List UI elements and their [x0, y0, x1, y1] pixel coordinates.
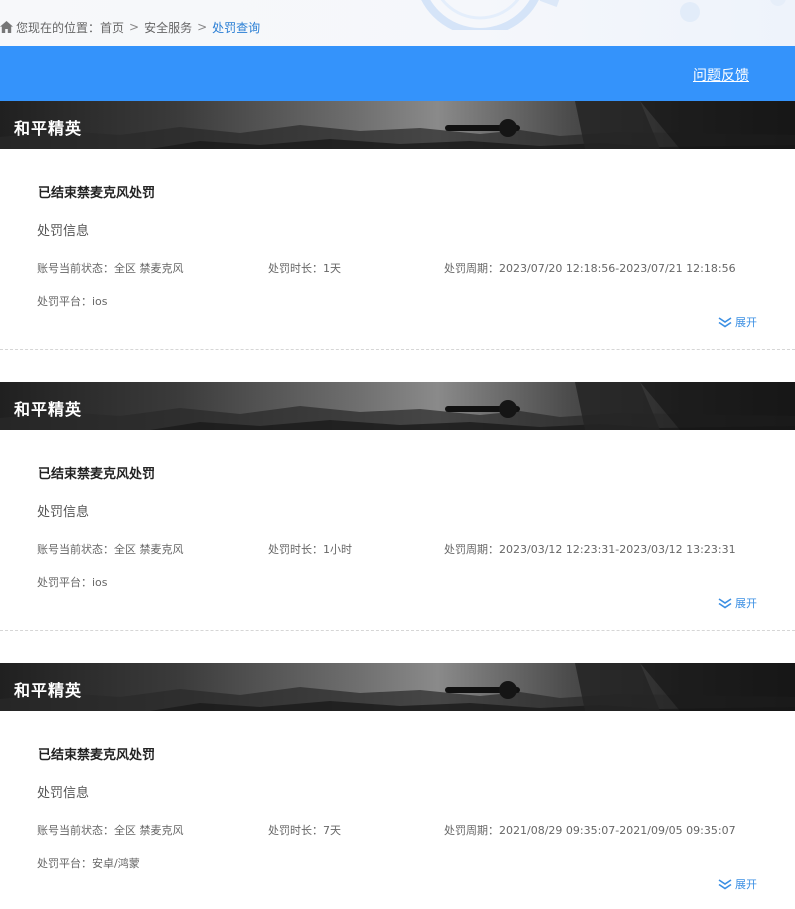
penalty-duration: 处罚时长：1天 — [268, 262, 341, 275]
breadcrumb-home[interactable]: 首页 — [100, 19, 124, 36]
account-status: 账号当前状态：全区 禁麦克风 — [37, 543, 184, 556]
penalty-period: 处罚周期：2021/08/29 09:35:07-2021/09/05 09:3… — [444, 824, 736, 837]
record-content: 已结束禁麦克风处罚 处罚信息 账号当前状态：全区 禁麦克风 处罚时长：7天 处罚… — [0, 711, 795, 909]
banner-scenery — [0, 382, 795, 430]
expand-label: 展开 — [735, 878, 757, 891]
record-title: 已结束禁麦克风处罚 — [38, 748, 156, 763]
game-banner: 和平精英 — [0, 663, 795, 711]
page: 您现在的位置： 首页 > 安全服务 > 处罚查询 问题反馈 和平精英 已结束禁麦… — [0, 0, 795, 909]
penalty-platform: 处罚平台：ios — [37, 576, 108, 589]
penalty-record: 和平精英 已结束禁麦克风处罚 处罚信息 账号当前状态：全区 禁麦克风 处罚时长：… — [0, 101, 795, 382]
penalty-period: 处罚周期：2023/07/20 12:18:56-2023/07/21 12:1… — [444, 262, 736, 275]
expand-label: 展开 — [735, 316, 757, 329]
breadcrumb-separator: > — [129, 20, 140, 34]
game-banner: 和平精英 — [0, 382, 795, 430]
expand-button[interactable]: 展开 — [718, 314, 757, 330]
record-list: 和平精英 已结束禁麦克风处罚 处罚信息 账号当前状态：全区 禁麦克风 处罚时长：… — [0, 101, 795, 909]
breadcrumb-bar: 您现在的位置： 首页 > 安全服务 > 处罚查询 — [0, 0, 795, 46]
penalty-duration: 处罚时长：7天 — [268, 824, 341, 837]
header-bar: 问题反馈 — [0, 46, 795, 101]
breadcrumb-prefix: 您现在的位置： — [16, 20, 101, 35]
expand-button[interactable]: 展开 — [718, 876, 757, 892]
game-name: 和平精英 — [14, 400, 83, 419]
record-divider — [0, 349, 795, 350]
record-subtitle: 处罚信息 — [37, 505, 90, 520]
record-title: 已结束禁麦克风处罚 — [38, 186, 156, 201]
account-status: 账号当前状态：全区 禁麦克风 — [37, 262, 184, 275]
banner-scenery — [0, 663, 795, 711]
penalty-record: 和平精英 已结束禁麦克风处罚 处罚信息 账号当前状态：全区 禁麦克风 处罚时长：… — [0, 663, 795, 909]
double-chevron-down-icon — [718, 878, 732, 889]
record-divider — [0, 630, 795, 631]
banner-scenery — [0, 101, 795, 149]
penalty-platform: 处罚平台：ios — [37, 295, 108, 308]
expand-label: 展开 — [735, 597, 757, 610]
double-chevron-down-icon — [718, 597, 732, 608]
penalty-platform: 处罚平台：安卓/鸿蒙 — [37, 857, 140, 870]
record-content: 已结束禁麦克风处罚 处罚信息 账号当前状态：全区 禁麦克风 处罚时长：1小时 处… — [0, 430, 795, 631]
feedback-link[interactable]: 问题反馈 — [693, 65, 749, 85]
penalty-period: 处罚周期：2023/03/12 12:23:31-2023/03/12 13:2… — [444, 543, 736, 556]
record-subtitle: 处罚信息 — [37, 786, 90, 801]
game-name: 和平精英 — [14, 119, 83, 138]
game-banner: 和平精英 — [0, 101, 795, 149]
game-name: 和平精英 — [14, 681, 83, 700]
header-decoration — [421, 0, 560, 30]
record-content: 已结束禁麦克风处罚 处罚信息 账号当前状态：全区 禁麦克风 处罚时长：1天 处罚… — [0, 149, 795, 350]
header-decoration-dot — [770, 0, 786, 6]
breadcrumb-separator: > — [197, 20, 208, 34]
home-icon — [0, 21, 13, 33]
breadcrumb: 您现在的位置： 首页 > 安全服务 > 处罚查询 — [0, 18, 260, 36]
record-subtitle: 处罚信息 — [37, 224, 90, 239]
header-decoration-dot — [680, 2, 700, 22]
account-status: 账号当前状态：全区 禁麦克风 — [37, 824, 184, 837]
expand-button[interactable]: 展开 — [718, 595, 757, 611]
penalty-record: 和平精英 已结束禁麦克风处罚 处罚信息 账号当前状态：全区 禁麦克风 处罚时长：… — [0, 382, 795, 663]
breadcrumb-current: 处罚查询 — [212, 20, 261, 35]
double-chevron-down-icon — [718, 316, 732, 327]
penalty-duration: 处罚时长：1小时 — [268, 543, 352, 556]
breadcrumb-security[interactable]: 安全服务 — [144, 19, 192, 36]
record-title: 已结束禁麦克风处罚 — [38, 467, 156, 482]
